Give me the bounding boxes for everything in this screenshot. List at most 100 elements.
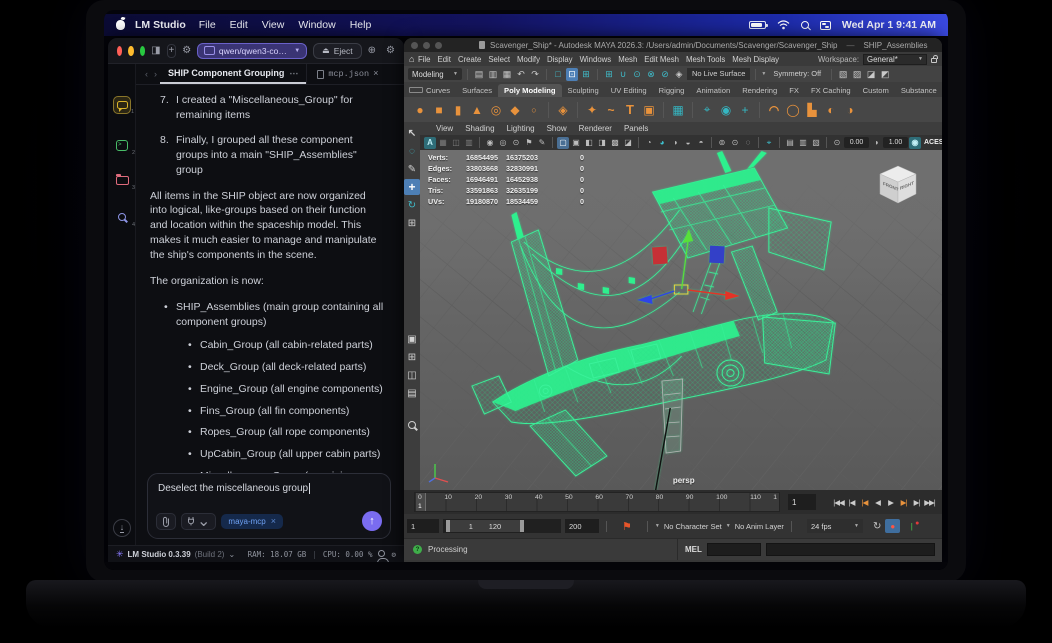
pencil-icon[interactable]	[536, 137, 548, 149]
reset-origin-icon[interactable]	[737, 101, 753, 118]
scale-tool[interactable]	[404, 215, 420, 231]
maya-menu-mesh[interactable]: Mesh	[618, 55, 637, 64]
auto-keyframe-icon[interactable]: ●	[885, 519, 901, 533]
settings-gear-icon[interactable]	[391, 550, 396, 559]
lock-camera-icon[interactable]	[497, 137, 509, 149]
nav-back-icon[interactable]: ‹	[145, 69, 148, 79]
anim-layer-menu-icon[interactable]: ▼	[726, 523, 731, 529]
tab-chat[interactable]: SHIP Component Grouping	[160, 64, 307, 84]
zoom-button[interactable]	[435, 41, 442, 49]
viewport-3d[interactable]: Verts: 16854495 16375203 0 Edges: 33803668 32…	[420, 150, 942, 490]
panel-menu-show[interactable]: Show	[547, 124, 567, 133]
save-scene-icon[interactable]	[501, 68, 513, 81]
bookmark-icon[interactable]	[523, 137, 535, 149]
single-pane-layout[interactable]	[404, 331, 420, 347]
camera-attributes-icon[interactable]	[510, 137, 522, 149]
menubar-clock[interactable]: Wed Apr 1 9:41 AM	[842, 19, 936, 31]
camera-gate-icon[interactable]	[682, 137, 694, 149]
circularize-icon[interactable]	[766, 101, 782, 118]
range-handle-right[interactable]	[519, 520, 524, 532]
version-chevron-icon[interactable]	[228, 550, 235, 559]
spotlight-search-icon[interactable]	[800, 21, 809, 29]
symmetry-field[interactable]: Symmetry: Off	[768, 68, 826, 80]
boolean-difference-icon[interactable]	[842, 101, 858, 118]
construction-plane-icon[interactable]	[699, 101, 715, 118]
smooth-shade-icon[interactable]	[570, 137, 582, 149]
menubar-item-view[interactable]: View	[262, 19, 285, 31]
menubar-app-name[interactable]: LM Studio	[135, 19, 186, 31]
fps-selector[interactable]: 24 fps ▼	[806, 519, 863, 533]
resolution-gate-icon[interactable]	[810, 137, 822, 149]
paint-select-tool[interactable]	[404, 161, 420, 177]
shelf-tab-fx-caching[interactable]: FX Caching	[805, 84, 857, 97]
sidebar-item-models[interactable]: 3	[113, 171, 135, 191]
shelf-tab-surfaces[interactable]: Surfaces	[456, 84, 498, 97]
xray-active-icon[interactable]	[669, 137, 681, 149]
live-surface-field[interactable]: No Live Surface	[687, 68, 751, 80]
model-selector[interactable]: qwen/qwen3-coder-... ▼	[197, 42, 308, 59]
menubar-item-edit[interactable]: Edit	[230, 19, 248, 31]
close-button[interactable]	[117, 45, 123, 56]
select-camera-icon[interactable]	[484, 137, 496, 149]
shelf-tab-rigging[interactable]: Rigging	[653, 84, 691, 97]
range-slider[interactable]: 1 120	[443, 519, 561, 533]
sidebar-item-chat[interactable]: 1	[113, 96, 134, 115]
isolate-select-icon[interactable]	[763, 137, 775, 149]
anim-layer-field[interactable]: No Anim Layer	[735, 522, 784, 531]
2d-pan-zoom-icon[interactable]	[450, 137, 462, 149]
maya-menu-windows[interactable]: Windows	[580, 55, 612, 64]
new-scene-icon[interactable]	[473, 68, 485, 81]
step-back-key-button[interactable]: |◀	[858, 494, 871, 510]
shelf-tab-animation[interactable]: Animation	[690, 84, 736, 97]
minimize-button[interactable]	[128, 45, 134, 56]
shelf-tab-uv-editing[interactable]: UV Editing	[605, 84, 653, 97]
snap-to-point-icon[interactable]	[631, 68, 643, 81]
animation-end-field[interactable]: 200	[565, 519, 599, 533]
maya-menu-mesh-tools[interactable]: Mesh Tools	[686, 55, 725, 64]
attach-button[interactable]	[156, 512, 176, 530]
poly-plane-icon[interactable]	[507, 101, 523, 118]
eject-model-button[interactable]: Eject	[313, 42, 362, 59]
snap-to-curve-icon[interactable]	[617, 68, 629, 81]
exposure-icon[interactable]	[831, 137, 843, 149]
zoom-button[interactable]	[139, 45, 146, 56]
panel-menu-shading[interactable]: Shading	[465, 124, 494, 133]
maya-menu-create[interactable]: Create	[458, 55, 481, 64]
boolean-union-icon[interactable]	[823, 101, 839, 118]
blocks-icon[interactable]	[804, 101, 820, 118]
play-backwards-button[interactable]: ◀	[871, 494, 884, 510]
downloads-button[interactable]	[113, 519, 131, 537]
new-chat-button[interactable]	[166, 43, 177, 58]
image-plane-icon[interactable]	[437, 137, 449, 149]
maya-menu-select[interactable]: Select	[488, 55, 510, 64]
close-tab-icon[interactable]	[373, 69, 378, 79]
send-button[interactable]: ↑	[362, 511, 382, 531]
control-center-icon[interactable]	[819, 20, 831, 30]
maya-menu-display[interactable]: Display	[547, 55, 573, 64]
redo-icon[interactable]	[529, 68, 541, 81]
undo-icon[interactable]	[515, 68, 527, 81]
workspace-selector[interactable]: General* ▼	[863, 53, 927, 65]
spherize-icon[interactable]	[785, 101, 801, 118]
timeline-ruler[interactable]: 1 0 10 20 30 40 50 60 70 80 90 100 110 1	[414, 492, 780, 512]
range-handle-left[interactable]	[446, 520, 450, 532]
four-pane-layout[interactable]	[404, 349, 420, 365]
shelf-tab-substance[interactable]: Substance	[895, 84, 942, 97]
layer-overrides-icon[interactable]	[784, 137, 796, 149]
make-live-icon[interactable]	[673, 68, 685, 81]
render-icon[interactable]	[837, 68, 849, 81]
platonic-solid-icon[interactable]	[555, 101, 571, 118]
poly-cube-icon[interactable]	[431, 101, 447, 118]
shelf-menu-icon[interactable]	[409, 87, 423, 93]
rotate-tool[interactable]	[404, 197, 420, 213]
step-forward-frame-button[interactable]: ▶|	[910, 494, 923, 510]
step-back-frame-button[interactable]: |◀	[845, 494, 858, 510]
sweep-mesh-icon[interactable]	[584, 101, 600, 118]
two-pane-layout[interactable]	[404, 367, 420, 383]
zoom-tool[interactable]	[404, 417, 420, 433]
snap-to-viewplane-icon[interactable]	[659, 68, 671, 81]
color-space-label[interactable]: ACES	[924, 139, 942, 146]
current-frame-field[interactable]: 1	[788, 494, 816, 510]
ipr-render-icon[interactable]	[851, 68, 863, 81]
use-all-lights-icon[interactable]	[596, 137, 608, 149]
